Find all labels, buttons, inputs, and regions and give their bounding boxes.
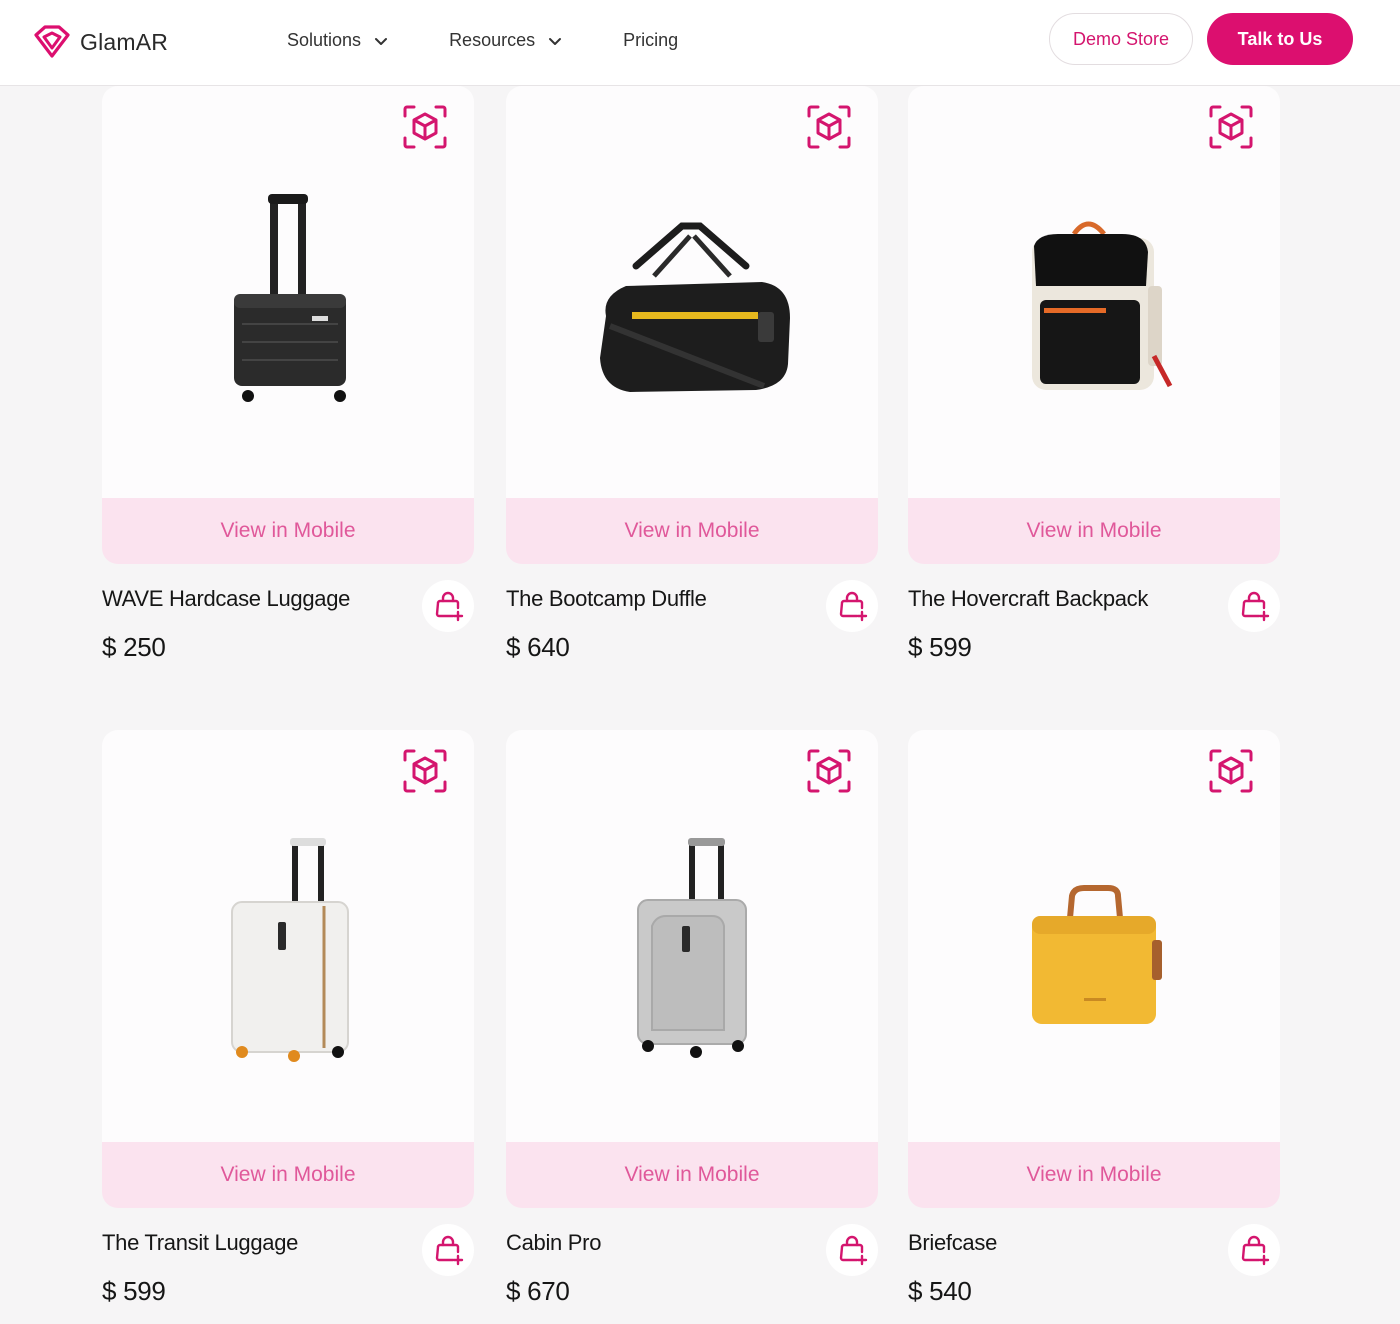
add-to-cart-button[interactable]	[1228, 1224, 1280, 1276]
product-card: View in Mobile The Hovercraft Backpack $…	[908, 86, 1280, 686]
product-media[interactable]	[102, 86, 474, 498]
view-in-mobile-button[interactable]: View in Mobile	[908, 1142, 1280, 1208]
product-name[interactable]: The Bootcamp Duffle	[506, 586, 707, 612]
cart-add-icon	[435, 591, 464, 622]
product-card: View in Mobile The Bootcamp Duffle $ 640	[506, 86, 878, 686]
ar-view-icon[interactable]	[1208, 104, 1254, 150]
product-price: $ 670	[506, 1276, 570, 1306]
add-to-cart-button[interactable]	[1228, 580, 1280, 632]
nav-solutions-label: Solutions	[287, 30, 362, 50]
ar-view-icon[interactable]	[1208, 748, 1254, 794]
talk-to-us-button[interactable]: Talk to Us	[1207, 13, 1353, 65]
product-name[interactable]: WAVE Hardcase Luggage	[102, 586, 350, 612]
glamar-logo-icon	[34, 25, 70, 58]
product-media[interactable]	[908, 86, 1280, 498]
product-price: $ 640	[506, 632, 570, 662]
product-name[interactable]: The Transit Luggage	[102, 1230, 298, 1256]
product-media[interactable]	[506, 730, 878, 1142]
nav-resources[interactable]: Resources	[449, 30, 563, 51]
view-in-mobile-button[interactable]: View in Mobile	[506, 1142, 878, 1208]
view-in-mobile-button[interactable]: View in Mobile	[102, 1142, 474, 1208]
site-header: GlamAR Solutions Resources Pricing Demo …	[0, 0, 1400, 86]
demo-store-button[interactable]: Demo Store	[1049, 13, 1193, 65]
ar-view-icon[interactable]	[402, 748, 448, 794]
view-in-mobile-button[interactable]: View in Mobile	[908, 498, 1280, 564]
product-card: View in Mobile WAVE Hardcase Luggage $ 2…	[102, 86, 474, 686]
chevron-down-icon	[549, 37, 562, 45]
add-to-cart-button[interactable]	[826, 1224, 878, 1276]
cart-add-icon	[839, 591, 868, 622]
product-media[interactable]	[908, 730, 1280, 1142]
product-card: View in Mobile The Transit Luggage $ 599	[102, 730, 474, 1324]
view-in-mobile-button[interactable]: View in Mobile	[506, 498, 878, 564]
add-to-cart-button[interactable]	[422, 1224, 474, 1276]
product-name[interactable]: Briefcase	[908, 1230, 997, 1256]
nav-resources-label: Resources	[449, 30, 536, 50]
cart-add-icon	[1241, 1235, 1270, 1266]
product-price: $ 540	[908, 1276, 972, 1306]
product-price: $ 250	[102, 632, 166, 662]
product-card: View in Mobile Cabin Pro $ 670	[506, 730, 878, 1324]
add-to-cart-button[interactable]	[826, 580, 878, 632]
nav-solutions[interactable]: Solutions	[287, 30, 389, 51]
cart-add-icon	[1241, 591, 1270, 622]
product-card: View in Mobile Briefcase $ 540	[908, 730, 1280, 1324]
brand-name: GlamAR	[80, 28, 169, 55]
product-media[interactable]	[102, 730, 474, 1142]
main-nav: Solutions Resources Pricing	[287, 30, 678, 51]
ar-view-icon[interactable]	[806, 104, 852, 150]
brand-logo[interactable]: GlamAR	[32, 24, 168, 60]
chevron-down-icon	[375, 37, 388, 45]
add-to-cart-button[interactable]	[422, 580, 474, 632]
product-name[interactable]: The Hovercraft Backpack	[908, 586, 1148, 612]
product-name[interactable]: Cabin Pro	[506, 1230, 601, 1256]
ar-view-icon[interactable]	[402, 104, 448, 150]
product-price: $ 599	[102, 1276, 166, 1306]
ar-view-icon[interactable]	[806, 748, 852, 794]
nav-pricing-label: Pricing	[623, 30, 679, 50]
product-media[interactable]	[506, 86, 878, 498]
cart-add-icon	[435, 1235, 464, 1266]
view-in-mobile-button[interactable]: View in Mobile	[102, 498, 474, 564]
cart-add-icon	[839, 1235, 868, 1266]
product-price: $ 599	[908, 632, 972, 662]
nav-pricing[interactable]: Pricing	[623, 30, 678, 51]
